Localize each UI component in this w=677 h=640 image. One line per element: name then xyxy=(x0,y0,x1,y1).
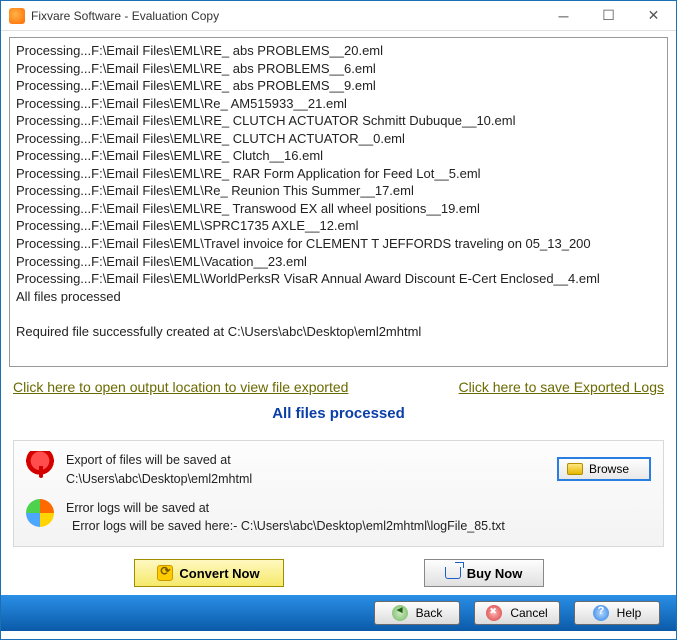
help-label: Help xyxy=(617,606,642,620)
open-output-link[interactable]: Click here to open output location to vi… xyxy=(13,379,348,395)
back-arrow-icon xyxy=(392,605,408,621)
convert-icon xyxy=(157,565,173,581)
browse-label: Browse xyxy=(589,462,629,476)
maximize-button[interactable]: ☐ xyxy=(586,1,631,30)
export-path: C:\Users\abc\Desktop\eml2mhtml xyxy=(66,470,545,489)
back-label: Back xyxy=(416,606,443,620)
window-title: Fixvare Software - Evaluation Copy xyxy=(31,9,541,23)
info-panel: Export of files will be saved at C:\User… xyxy=(13,440,664,547)
export-label: Export of files will be saved at xyxy=(66,451,545,470)
save-logs-link[interactable]: Click here to save Exported Logs xyxy=(459,379,664,395)
app-icon xyxy=(9,8,25,24)
cancel-button[interactable]: Cancel xyxy=(474,601,560,625)
errorlog-path: Error logs will be saved here:- C:\Users… xyxy=(66,517,651,536)
buy-label: Buy Now xyxy=(467,566,523,581)
cancel-label: Cancel xyxy=(510,606,547,620)
cancel-icon xyxy=(486,605,502,621)
back-button[interactable]: Back xyxy=(374,601,460,625)
errorlog-label: Error logs will be saved at xyxy=(66,499,651,518)
convert-now-button[interactable]: Convert Now xyxy=(134,559,284,587)
browse-button[interactable]: Browse xyxy=(557,457,651,481)
chart-pie-icon xyxy=(26,499,54,527)
status-message: All files processed xyxy=(9,401,668,440)
location-pin-icon xyxy=(26,451,54,479)
footer-bar: Back Cancel Help xyxy=(1,595,676,631)
minimize-button[interactable]: ─ xyxy=(541,1,586,30)
processing-log[interactable]: Processing...F:\Email Files\EML\RE_ abs … xyxy=(9,37,668,367)
buy-now-button[interactable]: Buy Now xyxy=(424,559,544,587)
help-icon xyxy=(593,605,609,621)
folder-icon xyxy=(567,463,583,475)
convert-label: Convert Now xyxy=(179,566,259,581)
cart-icon xyxy=(445,567,461,579)
titlebar: Fixvare Software - Evaluation Copy ─ ☐ ✕ xyxy=(1,1,676,31)
help-button[interactable]: Help xyxy=(574,601,660,625)
close-button[interactable]: ✕ xyxy=(631,1,676,30)
